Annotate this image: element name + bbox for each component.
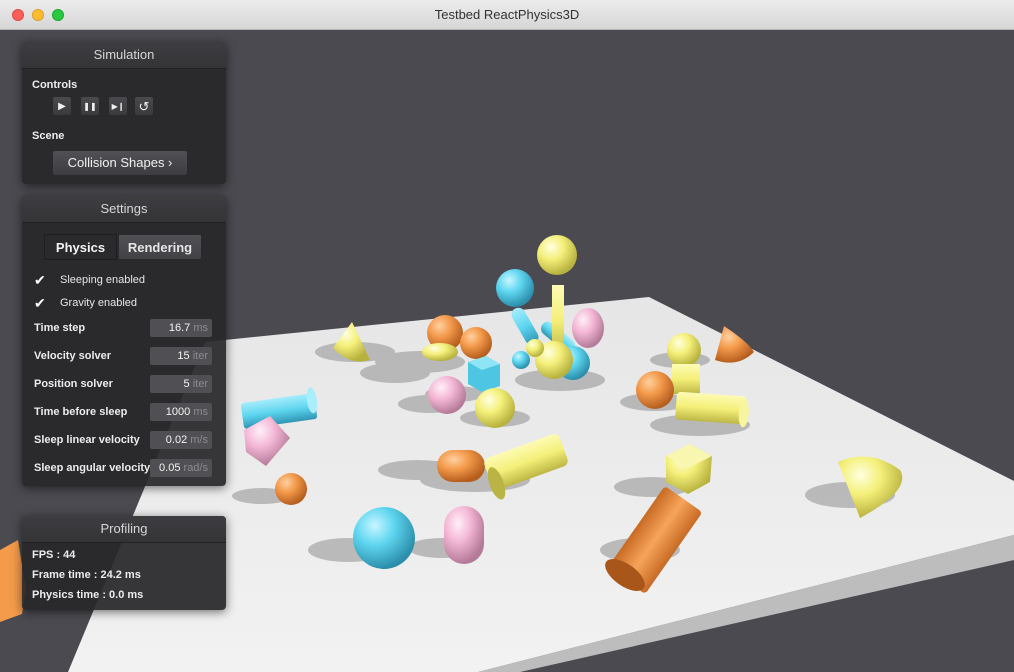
profiling-header: Profiling bbox=[22, 516, 226, 543]
time-before-sleep-value: 1000 bbox=[165, 406, 191, 418]
sleep-linear-velocity-value: 0.02 bbox=[165, 434, 188, 446]
sleeping-checkbox[interactable]: ✔ bbox=[34, 273, 48, 287]
velocity-solver-value: 15 bbox=[177, 350, 190, 362]
sphere-shape bbox=[428, 376, 466, 414]
frame-time-readout: Frame time : 24.2 ms bbox=[32, 569, 141, 581]
window-title: Testbed ReactPhysics3D bbox=[434, 7, 580, 22]
time-before-sleep-label: Time before sleep bbox=[34, 406, 128, 418]
fps-readout: FPS : 44 bbox=[32, 549, 76, 561]
sleep-angular-velocity-field[interactable]: 0.05 rad/s bbox=[150, 459, 212, 477]
tab-physics[interactable]: Physics bbox=[44, 234, 117, 260]
capsule-shape bbox=[572, 308, 604, 348]
sleep-linear-velocity-field[interactable]: 0.02 m/s bbox=[150, 431, 212, 449]
physics-time-readout: Physics time : 0.0 ms bbox=[32, 589, 144, 601]
pause-button[interactable]: ❚❚ bbox=[80, 96, 100, 116]
restart-button[interactable]: ↺ bbox=[134, 96, 154, 116]
sphere-shape bbox=[667, 333, 701, 367]
gravity-label: Gravity enabled bbox=[60, 297, 138, 309]
velocity-solver-label: Velocity solver bbox=[34, 350, 112, 362]
capsule-shape bbox=[444, 506, 484, 564]
sleep-angular-velocity-value: 0.05 bbox=[159, 462, 181, 474]
sphere-shape bbox=[475, 388, 515, 428]
play-icon: ▶ bbox=[58, 101, 66, 112]
sleep-linear-velocity-unit: m/s bbox=[190, 434, 208, 446]
sleep-linear-velocity-label: Sleep linear velocity bbox=[34, 434, 140, 446]
velocity-solver-field[interactable]: 15 iter bbox=[150, 347, 212, 365]
time-before-sleep-unit: ms bbox=[193, 406, 208, 418]
sphere-shape bbox=[460, 327, 492, 359]
position-solver-field[interactable]: 5 iter bbox=[150, 375, 212, 393]
velocity-solver-unit: iter bbox=[192, 350, 208, 362]
sphere-shape bbox=[496, 269, 534, 307]
title-bar: Testbed ReactPhysics3D bbox=[0, 0, 1014, 30]
time-step-value: 16.7 bbox=[168, 322, 191, 334]
capsule-shape bbox=[422, 343, 458, 361]
position-solver-value: 5 bbox=[183, 378, 190, 390]
sphere-shape bbox=[537, 235, 577, 275]
time-step-label: Time step bbox=[34, 322, 86, 334]
time-step-unit: ms bbox=[193, 322, 208, 334]
sleeping-label: Sleeping enabled bbox=[60, 274, 146, 286]
time-step-field[interactable]: 16.7 ms bbox=[150, 319, 212, 337]
sphere-shape bbox=[526, 339, 544, 357]
capsule-shape bbox=[437, 450, 485, 482]
time-before-sleep-field[interactable]: 1000 ms bbox=[150, 403, 212, 421]
sphere-shape bbox=[636, 371, 674, 409]
step-button[interactable]: ▶❙ bbox=[108, 96, 128, 116]
position-solver-unit: iter bbox=[192, 378, 208, 390]
pause-icon: ❚❚ bbox=[83, 102, 97, 111]
tab-rendering[interactable]: Rendering bbox=[118, 234, 202, 260]
sleep-angular-velocity-unit: rad/s bbox=[183, 462, 208, 474]
position-solver-label: Position solver bbox=[34, 378, 113, 390]
play-button[interactable]: ▶ bbox=[52, 96, 72, 116]
scene-selector-button[interactable]: Collision Shapes › bbox=[52, 150, 188, 176]
restart-icon: ↺ bbox=[138, 99, 150, 114]
box-shape bbox=[672, 364, 700, 394]
controls-label: Controls bbox=[32, 79, 78, 91]
settings-header: Settings bbox=[22, 196, 226, 223]
sphere-shape bbox=[275, 473, 307, 505]
sleep-angular-velocity-label: Sleep angular velocity bbox=[34, 462, 151, 474]
simulation-header: Simulation bbox=[22, 42, 226, 69]
app-window: Testbed ReactPhysics3D Simulation Contro… bbox=[0, 0, 1014, 672]
sphere-shape bbox=[353, 507, 415, 569]
sphere-shape bbox=[512, 351, 530, 369]
gravity-checkbox[interactable]: ✔ bbox=[34, 296, 48, 310]
cylinder-shape bbox=[675, 391, 747, 425]
scene-label: Scene bbox=[32, 130, 65, 142]
step-icon: ▶❙ bbox=[111, 102, 125, 111]
